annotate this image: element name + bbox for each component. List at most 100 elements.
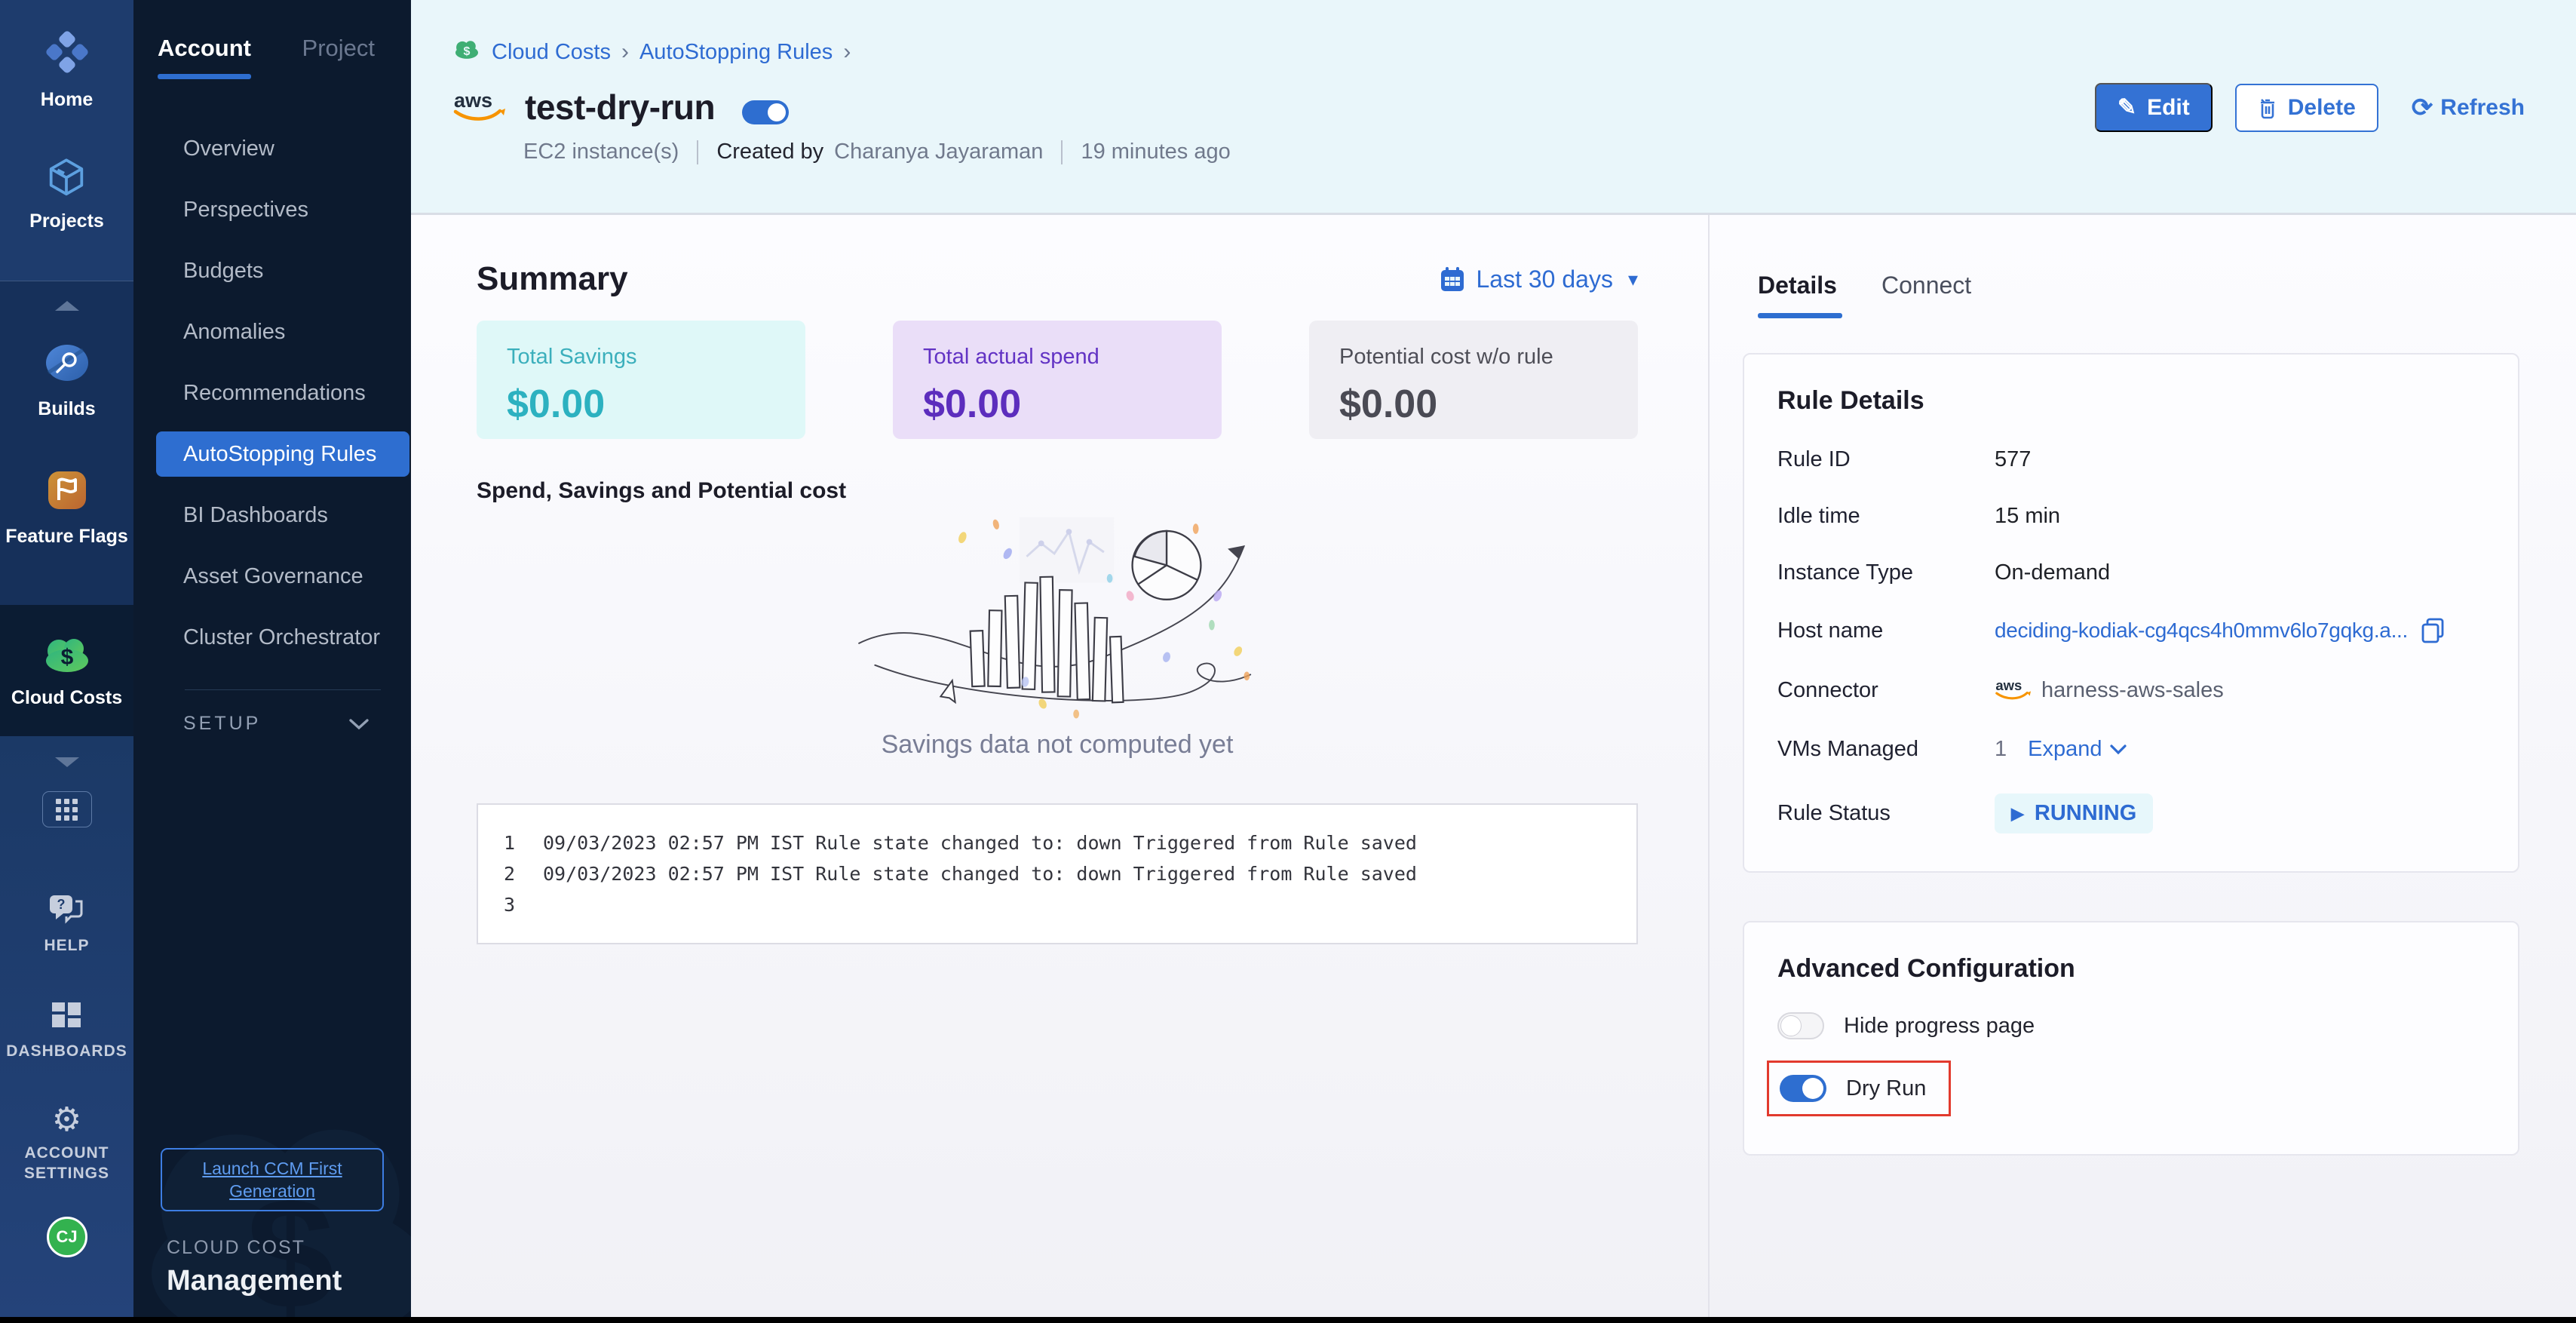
rule-details-card: Rule Details Rule ID 577 Idle time 15 mi…	[1743, 353, 2519, 873]
nav-feature-flags[interactable]: Feature Flags	[5, 467, 128, 548]
expand-vms-link[interactable]: Expand	[2028, 737, 2126, 762]
nav-builds-label: Builds	[38, 398, 95, 420]
projects-cube-icon	[44, 155, 89, 202]
card-value: $0.00	[923, 382, 1191, 427]
sidebar-item-anomalies[interactable]: Anomalies	[133, 302, 411, 363]
chevron-up-icon[interactable]	[55, 301, 79, 311]
trash-icon	[2258, 96, 2277, 120]
title-meta-row: EC2 instance(s) Created by Charanya Jaya…	[523, 140, 2576, 164]
account-settings-label: ACCOUNT SETTINGS	[5, 1143, 129, 1183]
refresh-button[interactable]: ⟳ Refresh	[2412, 93, 2525, 123]
nav-cloud-costs[interactable]: $ Cloud Costs	[11, 633, 122, 709]
help-label: HELP	[44, 935, 89, 956]
setup-chevron-icon	[349, 718, 369, 730]
hide-progress-label: Hide progress page	[1844, 1014, 2035, 1039]
nav-feature-flags-label: Feature Flags	[5, 525, 128, 548]
nav-projects[interactable]: Projects	[29, 155, 104, 232]
nav-builds[interactable]: Builds	[38, 339, 95, 420]
nav-home[interactable]: Home	[41, 27, 93, 111]
date-range-filter[interactable]: Last 30 days ▾	[1440, 266, 1638, 293]
tab-project[interactable]: Project	[302, 35, 375, 79]
builds-icon	[44, 339, 90, 390]
svg-text:aws: aws	[454, 89, 492, 112]
summary-section: Summary Last 30 days ▾ Total Savings $0.…	[411, 215, 1708, 1323]
dashboards-button[interactable]: DASHBOARDS	[6, 999, 127, 1061]
module-brand: CLOUD COST Management	[167, 1237, 411, 1297]
launch-ccm-first-gen-button[interactable]: Launch CCM First Generation	[161, 1148, 384, 1211]
expand-chevron-icon	[2110, 744, 2127, 755]
tab-connect[interactable]: Connect	[1881, 272, 1971, 318]
sidebar-item-asset-governance[interactable]: Asset Governance	[133, 546, 411, 607]
log-line: 209/03/2023 02:57 PM IST Rule state chan…	[504, 858, 1611, 889]
tab-details[interactable]: Details	[1758, 272, 1842, 318]
refresh-icon: ⟳	[2412, 93, 2433, 123]
card-value: $0.00	[507, 382, 775, 427]
rule-details-heading: Rule Details	[1777, 386, 2485, 416]
sidebar-bottom: Launch CCM First Generation CLOUD COST M…	[133, 1148, 411, 1297]
sidebar-item-cluster-orchestrator[interactable]: Cluster Orchestrator	[133, 607, 411, 668]
breadcrumb-separator: ›	[843, 39, 851, 65]
time-ago: 19 minutes ago	[1081, 140, 1230, 164]
sidebar-item-recommendations[interactable]: Recommendations	[133, 363, 411, 424]
breadcrumb-cloud-costs[interactable]: Cloud Costs	[492, 40, 611, 65]
hide-progress-toggle[interactable]	[1777, 1012, 1824, 1039]
tab-account[interactable]: Account	[158, 35, 251, 79]
sidebar-divider	[185, 689, 381, 690]
dry-run-row: Dry Run	[1780, 1075, 1926, 1102]
module-selector-button[interactable]	[42, 791, 92, 827]
brand-cloud-cost: CLOUD COST	[167, 1237, 411, 1259]
setup-section-toggle[interactable]: SETUP	[133, 713, 411, 735]
breadcrumb-autostopping-rules[interactable]: AutoStopping Rules	[639, 40, 833, 65]
breadcrumb: $ Cloud Costs › AutoStopping Rules ›	[452, 0, 2576, 66]
dry-run-toggle[interactable]	[1780, 1075, 1826, 1102]
sidebar-item-perspectives[interactable]: Perspectives	[133, 180, 411, 241]
potential-cost-card: Potential cost w/o rule $0.00	[1309, 321, 1638, 439]
meta-divider	[1061, 140, 1063, 164]
rule-enabled-toggle[interactable]	[742, 100, 789, 124]
delete-button[interactable]: Delete	[2235, 84, 2378, 132]
details-panel-tabs: Details Connect	[1758, 272, 2519, 318]
card-title: Potential cost w/o rule	[1339, 345, 1608, 370]
brand-management: Management	[167, 1265, 411, 1297]
module-rail: Home Projects Builds Feature	[0, 0, 133, 1323]
connector-name: harness-aws-sales	[2041, 678, 2224, 703]
feature-flags-icon	[44, 467, 90, 517]
sidebar-item-autostopping-rules[interactable]: AutoStopping Rules	[156, 431, 409, 477]
status-text: RUNNING	[2035, 801, 2136, 826]
dashboards-label: DASHBOARDS	[6, 1041, 127, 1061]
account-settings-button[interactable]: ⚙ ACCOUNT SETTINGS	[0, 1104, 133, 1183]
sidebar-item-bi-dashboards[interactable]: BI Dashboards	[133, 485, 411, 546]
vms-count: 1	[1995, 737, 2007, 762]
main-area: $ Cloud Costs › AutoStopping Rules › aws…	[411, 0, 2576, 1323]
copy-icon[interactable]	[2420, 617, 2446, 644]
help-chat-icon: ?	[47, 892, 86, 929]
advanced-configuration-heading: Advanced Configuration	[1777, 954, 2485, 984]
module-grid-icon	[56, 799, 78, 821]
edit-button[interactable]: ✎ Edit	[2095, 83, 2213, 132]
sidebar-item-budgets[interactable]: Budgets	[133, 241, 411, 302]
hide-progress-page-row: Hide progress page	[1777, 1012, 2485, 1039]
nav-cloud-costs-label: Cloud Costs	[11, 686, 122, 709]
help-button[interactable]: ? HELP	[44, 892, 89, 956]
aws-logo-icon: aws	[452, 86, 505, 127]
cloud-costs-icon: $	[41, 633, 94, 679]
advanced-configuration-card: Advanced Configuration Hide progress pag…	[1743, 921, 2519, 1156]
cloud-costs-breadcrumb-icon: $	[452, 38, 481, 66]
summary-cards: Total Savings $0.00 Total actual spend $…	[477, 321, 1638, 439]
rule-activity-log[interactable]: 109/03/2023 02:57 PM IST Rule state chan…	[477, 803, 1638, 944]
dashboards-icon	[49, 999, 84, 1035]
workarea: Summary Last 30 days ▾ Total Savings $0.…	[411, 215, 2576, 1323]
chevron-down-icon[interactable]	[55, 757, 79, 767]
cloud-costs-sidebar: Account Project Overview Perspectives Bu…	[133, 0, 411, 1323]
instance-type-row: Instance Type On-demand	[1777, 560, 2485, 585]
user-avatar[interactable]: CJ	[47, 1217, 87, 1257]
details-panel: Details Connect Rule Details Rule ID 577…	[1708, 215, 2576, 1323]
breadcrumb-separator: ›	[621, 39, 629, 65]
meta-divider	[697, 140, 698, 164]
host-name-row: Host name deciding-kodiak-cg4qcs4h0mmv6l…	[1777, 617, 2485, 644]
rule-status-row: Rule Status ▶ RUNNING	[1777, 793, 2485, 833]
connector-row: Connector aws harness-aws-sales	[1777, 676, 2485, 705]
savings-doodle-illustration	[846, 508, 1268, 727]
host-name-link[interactable]: deciding-kodiak-cg4qcs4h0mmv6lo7gqkg.a..…	[1995, 619, 2408, 643]
sidebar-item-overview[interactable]: Overview	[133, 118, 411, 180]
